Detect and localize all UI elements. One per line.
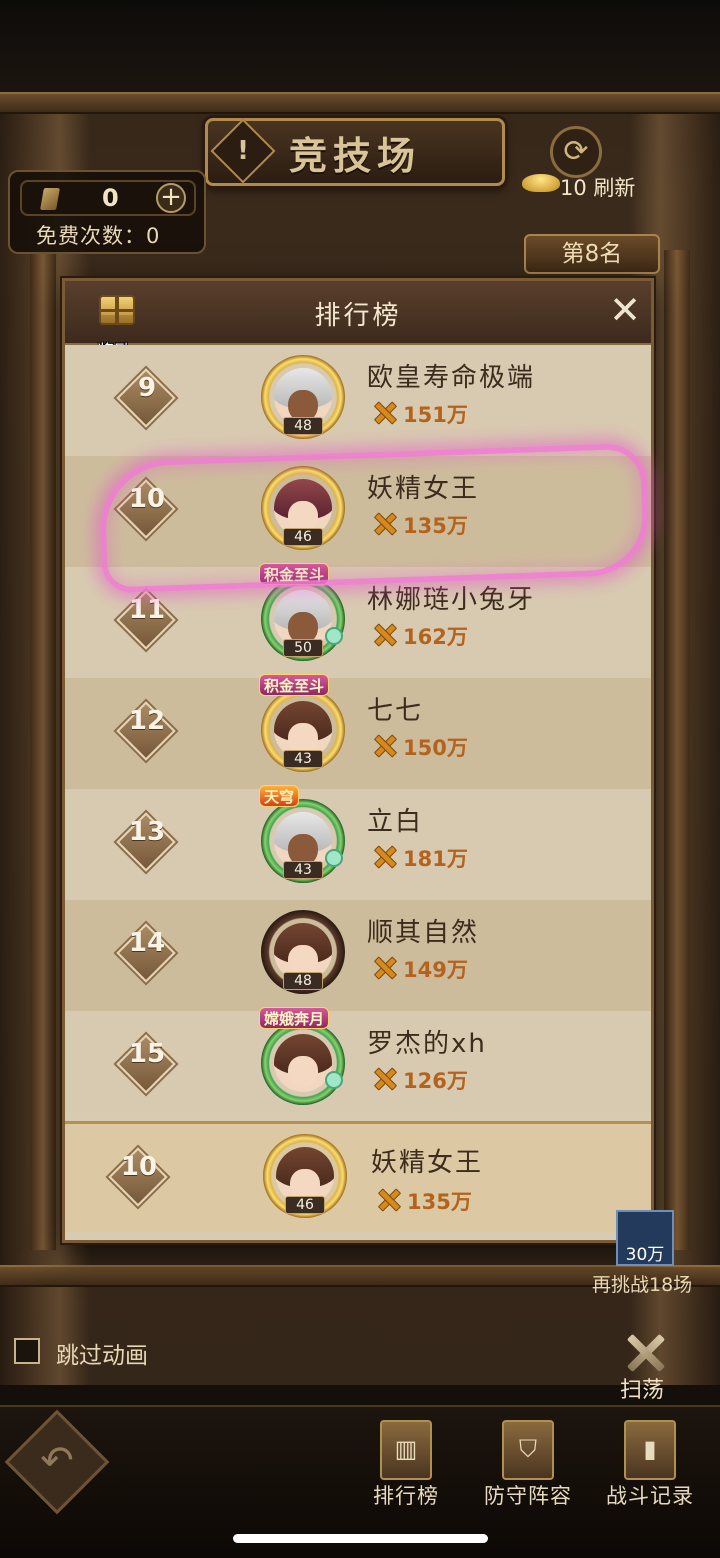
my-power-value: 135万 bbox=[407, 1190, 472, 1214]
pink-highlight-annotation bbox=[97, 442, 651, 594]
leaderboard-row[interactable]: 12 积金至斗 43 七七 150万 bbox=[65, 674, 651, 789]
title-tag: 积金至斗 bbox=[259, 674, 330, 696]
my-name: 妖精女王 bbox=[371, 1148, 484, 1178]
rank-number: 14 bbox=[128, 928, 166, 958]
back-arrow-icon: ↶ bbox=[40, 1438, 74, 1484]
player-name: 林娜琏小兔牙 bbox=[367, 585, 536, 615]
crossed-swords-icon bbox=[373, 623, 395, 645]
gold-ingot-icon bbox=[522, 174, 560, 192]
player-name: 立白 bbox=[367, 807, 424, 837]
crossed-swords-icon bbox=[377, 1188, 399, 1210]
power-value: 126万 bbox=[403, 1069, 468, 1093]
refresh-cost-label: 10 刷新 bbox=[560, 176, 636, 200]
nav-battle-log-label: 战斗记录 bbox=[606, 1484, 694, 1508]
shield-icon: ⛉ bbox=[519, 1435, 537, 1463]
player-avatar[interactable]: 48 bbox=[261, 910, 345, 994]
player-name: 七七 bbox=[367, 696, 424, 726]
power-value: 151万 bbox=[403, 403, 468, 427]
nav-defense-lineup[interactable]: ⛉ 防守阵容 bbox=[478, 1420, 578, 1520]
crossed-swords-icon bbox=[373, 956, 395, 978]
bar-chart-icon: ▥ bbox=[394, 1435, 418, 1463]
add-ticket-button[interactable]: + bbox=[156, 183, 186, 213]
home-indicator[interactable] bbox=[233, 1534, 488, 1543]
title-tag: 嫦娥奔月 bbox=[259, 1007, 330, 1029]
player-level: 48 bbox=[283, 972, 323, 990]
player-level: 50 bbox=[283, 639, 323, 657]
my-avatar[interactable]: 46 bbox=[263, 1134, 347, 1218]
roof-beam bbox=[0, 92, 720, 114]
rank-number: 11 bbox=[128, 595, 166, 625]
refresh-button[interactable]: ⟳ 10 刷新 bbox=[512, 122, 652, 202]
refresh-icon: ⟳ bbox=[550, 126, 602, 178]
leaderboard-header: 奖励 排行榜 ✕ bbox=[65, 281, 651, 362]
my-level: 46 bbox=[285, 1196, 325, 1214]
scroll-icon: ▮ bbox=[643, 1435, 657, 1463]
player-avatar[interactable]: 天穹 43 bbox=[259, 785, 345, 883]
sweep-swords-icon[interactable] bbox=[622, 1330, 668, 1376]
title-tag: 天穹 bbox=[259, 785, 300, 807]
ticket-panel: 0 + 免费次数：0 bbox=[8, 170, 206, 254]
skip-animation-label[interactable]: 跳过动画 bbox=[56, 1336, 148, 1370]
left-pillar bbox=[30, 250, 56, 1250]
rank-number: 12 bbox=[128, 706, 166, 736]
player-name: 顺其自然 bbox=[367, 918, 480, 948]
player-level: 48 bbox=[283, 417, 323, 435]
power-value: 162万 bbox=[403, 625, 468, 649]
nav-battle-log[interactable]: ▮ 战斗记录 bbox=[600, 1420, 700, 1520]
rank-number: 13 bbox=[128, 817, 166, 847]
status-gem-icon bbox=[325, 849, 343, 867]
nav-leaderboard[interactable]: ▥ 排行榜 bbox=[356, 1420, 456, 1520]
player-name: 欧皇寿命极端 bbox=[367, 363, 536, 393]
player-avatar[interactable]: 积金至斗 50 bbox=[259, 563, 345, 661]
crossed-swords-icon bbox=[373, 401, 395, 423]
page-title: 竞技场 bbox=[288, 133, 421, 178]
right-pillar bbox=[664, 250, 690, 1250]
my-rank-number: 10 bbox=[120, 1152, 158, 1182]
leaderboard-panel: 奖励 排行榜 ✕ 9 48 欧皇寿命极端 151万 10 bbox=[62, 278, 654, 1243]
status-gem-icon bbox=[325, 627, 343, 645]
skip-animation-checkbox[interactable] bbox=[14, 1338, 40, 1364]
my-rank-badge: 第8名 bbox=[524, 234, 660, 274]
power-value: 150万 bbox=[403, 736, 468, 760]
leaderboard-row[interactable]: 9 48 欧皇寿命极端 151万 bbox=[65, 345, 651, 456]
player-level: 43 bbox=[283, 750, 323, 768]
crossed-swords-icon bbox=[373, 734, 395, 756]
ticket-counter: 0 + bbox=[20, 180, 196, 216]
ticket-icon bbox=[40, 188, 60, 210]
power-value: 149万 bbox=[403, 958, 468, 982]
player-avatar[interactable]: 积金至斗 43 bbox=[259, 674, 345, 772]
close-button[interactable]: ✕ bbox=[605, 291, 645, 331]
rank-number: 9 bbox=[137, 373, 157, 403]
player-level: 43 bbox=[283, 861, 323, 879]
player-avatar[interactable]: 48 bbox=[261, 355, 345, 439]
info-icon: ! bbox=[237, 136, 249, 166]
crossed-swords-icon bbox=[373, 845, 395, 867]
sweep-button[interactable]: 扫荡 bbox=[620, 1372, 664, 1404]
ticket-count: 0 bbox=[102, 184, 119, 212]
player-avatar[interactable]: 嫦娥奔月 bbox=[259, 1007, 345, 1105]
crossed-swords-icon bbox=[373, 1067, 395, 1089]
player-name: 罗杰的xh bbox=[367, 1029, 487, 1059]
power-badge-value: 30万 bbox=[625, 1245, 665, 1265]
leaderboard-title: 排行榜 bbox=[314, 301, 402, 331]
leaderboard-row[interactable]: 14 48 顺其自然 149万 bbox=[65, 900, 651, 1011]
free-times-label: 免费次数：0 bbox=[36, 224, 161, 248]
rank-number: 15 bbox=[128, 1039, 166, 1069]
avatar-face bbox=[274, 1034, 332, 1092]
power-value: 181万 bbox=[403, 847, 468, 871]
rechallenge-label: 再挑战18场 bbox=[592, 1274, 693, 1296]
my-rank-row: 10 46 妖精女王 135万 bbox=[65, 1121, 651, 1232]
nav-defense-label: 防守阵容 bbox=[484, 1484, 572, 1508]
nav-leaderboard-label: 排行榜 bbox=[373, 1484, 439, 1508]
status-gem-icon bbox=[325, 1071, 343, 1089]
leaderboard-row[interactable]: 15 嫦娥奔月 罗杰的xh 126万 bbox=[65, 1007, 651, 1113]
leaderboard-row[interactable]: 13 天穹 43 立白 181万 bbox=[65, 785, 651, 900]
